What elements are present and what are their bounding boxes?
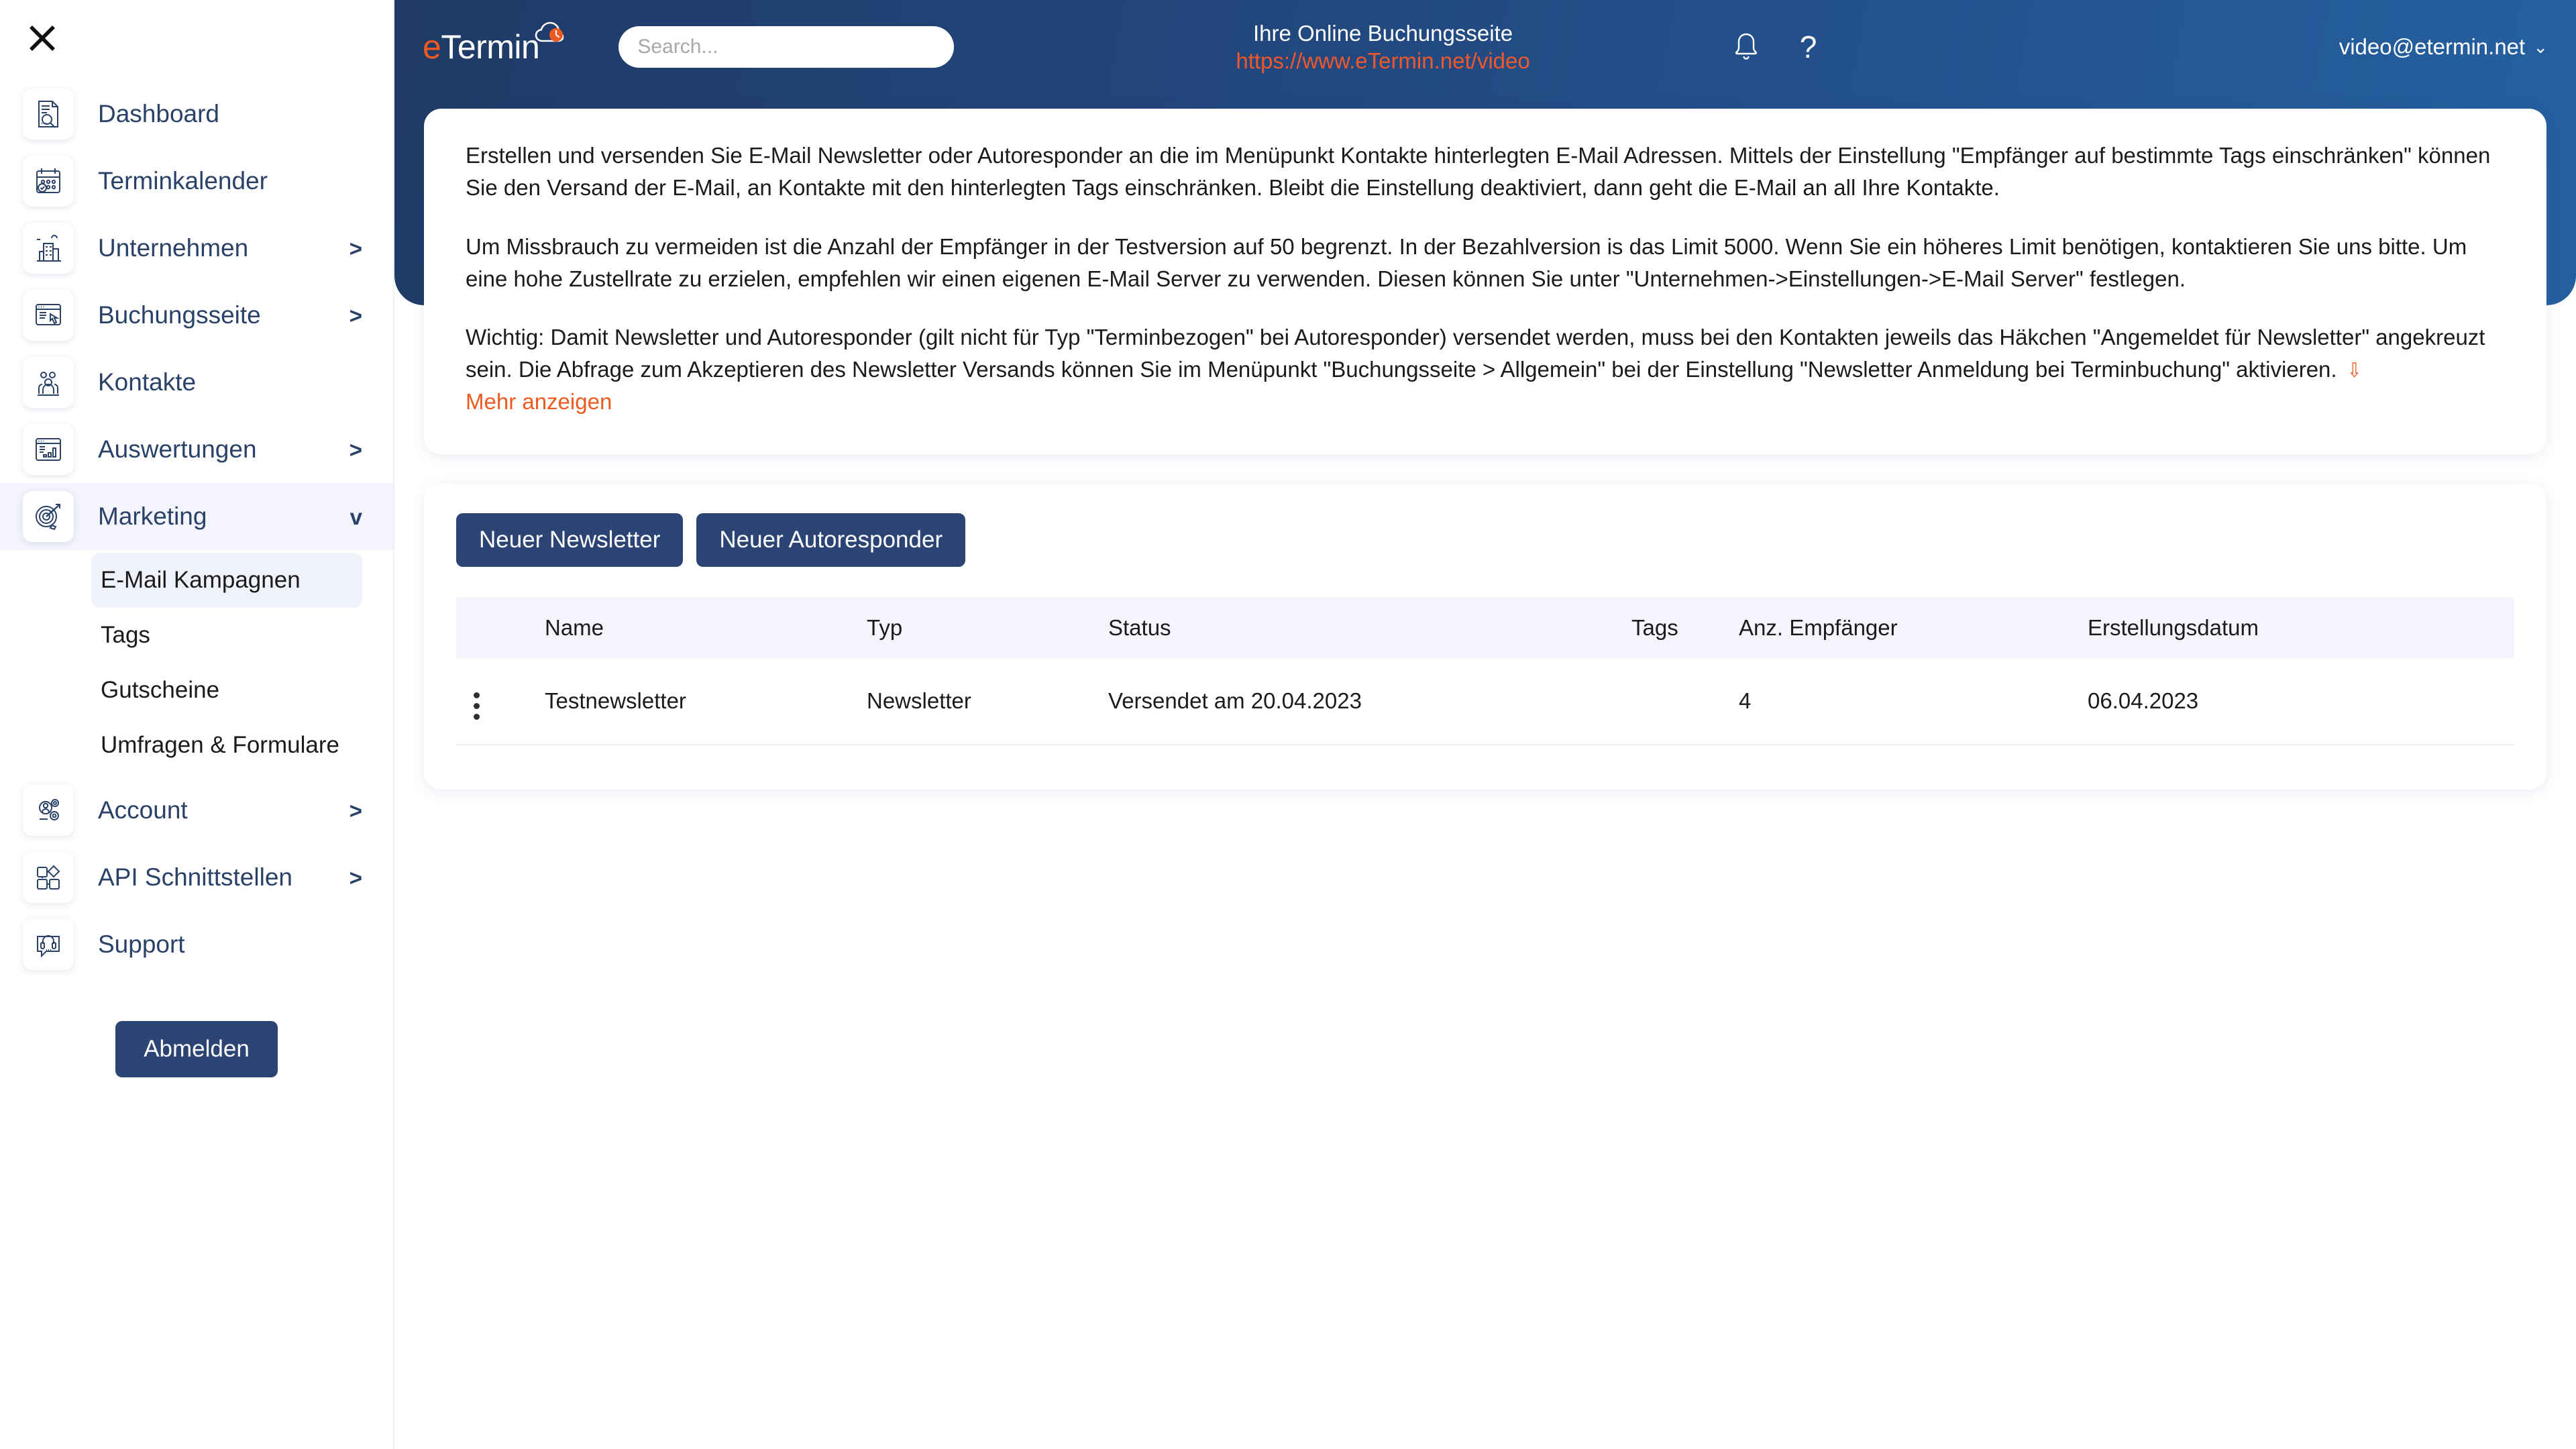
contacts-icon bbox=[23, 357, 74, 408]
row-tags bbox=[1623, 657, 1731, 745]
kebab-menu-icon[interactable] bbox=[464, 688, 489, 724]
sidebar-item-label: Buchungsseite bbox=[98, 301, 261, 329]
chevron-down-icon: ⌄ bbox=[2533, 36, 2548, 57]
analytics-icon bbox=[23, 424, 74, 475]
dashboard-icon bbox=[23, 89, 74, 140]
row-recipients: 4 bbox=[1731, 657, 2080, 745]
sidebar-item-chevron: > bbox=[349, 798, 362, 823]
bookingpage-icon bbox=[23, 290, 74, 341]
question-mark-icon[interactable]: ? bbox=[1800, 32, 1817, 62]
sidebar-item-label: API Schnittstellen bbox=[98, 863, 292, 891]
sidebar-item-chevron: v bbox=[350, 504, 362, 529]
row-typ: Newsletter bbox=[859, 657, 1100, 745]
col-header-tags[interactable]: Tags bbox=[1623, 598, 1731, 658]
sidebar-item-chevron: > bbox=[349, 235, 362, 261]
submenu-item-label: E-Mail Kampagnen bbox=[101, 567, 301, 593]
campaigns-card: Neuer Newsletter Neuer Autoresponder Nam… bbox=[424, 483, 2546, 790]
logout-button[interactable]: Abmelden bbox=[115, 1021, 278, 1077]
sidebar-item-chevron: > bbox=[349, 437, 362, 462]
col-header-typ[interactable]: Typ bbox=[859, 598, 1100, 658]
building-icon bbox=[23, 223, 74, 274]
row-menu-cell bbox=[456, 657, 537, 745]
top-header: eTermin Ihre Online Buchungsseite https:… bbox=[394, 0, 2576, 94]
sidebar-item-label: Marketing bbox=[98, 502, 207, 530]
campaigns-table: Name Typ Status Tags Anz. Empfänger Erst… bbox=[456, 597, 2514, 745]
sidebar-item-account[interactable]: Account > bbox=[0, 777, 393, 844]
search-input[interactable] bbox=[619, 26, 955, 68]
sidebar-item-support[interactable]: Support bbox=[0, 911, 393, 978]
calendar-icon bbox=[23, 156, 74, 207]
sidebar-item-chevron: > bbox=[349, 303, 362, 328]
logout-container: Abmelden bbox=[0, 978, 393, 1077]
new-autoresponder-button[interactable]: Neuer Autoresponder bbox=[696, 513, 966, 567]
sidebar-item-auswertungen[interactable]: Auswertungen > bbox=[0, 416, 393, 483]
show-more-link[interactable]: Mehr anzeigen bbox=[466, 389, 612, 414]
submenu-item-tags[interactable]: Tags bbox=[91, 608, 362, 663]
sidebar-item-dashboard[interactable]: Dashboard bbox=[0, 80, 393, 148]
sidebar-item-label: Support bbox=[98, 930, 185, 958]
sidebar: Dashboard Terminkalender Unternehmen > B… bbox=[0, 0, 394, 1449]
user-email-label: video@etermin.net bbox=[2339, 34, 2526, 59]
header-icon-group: ? bbox=[1731, 30, 1817, 64]
submenu-item-umfragen-formulare[interactable]: Umfragen & Formulare bbox=[91, 718, 362, 773]
app-root: eTermin Ihre Online Buchungsseite https:… bbox=[0, 0, 2576, 1449]
action-button-row: Neuer Newsletter Neuer Autoresponder bbox=[456, 513, 2514, 567]
sidebar-item-label: Dashboard bbox=[98, 100, 220, 127]
sidebar-item-label: Terminkalender bbox=[98, 167, 268, 195]
sidebar-item-label: Account bbox=[98, 796, 188, 824]
info-card: Erstellen und versenden Sie E-Mail Newsl… bbox=[424, 109, 2546, 454]
marketing-submenu: E-Mail Kampagnen Tags Gutscheine Umfrage… bbox=[0, 550, 393, 777]
submenu-item-email-kampagnen[interactable]: E-Mail Kampagnen bbox=[91, 553, 362, 608]
info-paragraph-3-text: Wichtig: Damit Newsletter und Autorespon… bbox=[466, 325, 2485, 382]
col-header-name[interactable]: Name bbox=[537, 598, 859, 658]
chevron-double-down-icon: ⇩ bbox=[2347, 360, 2361, 382]
new-newsletter-button[interactable]: Neuer Newsletter bbox=[456, 513, 684, 567]
info-paragraph-1: Erstellen und versenden Sie E-Mail Newsl… bbox=[466, 143, 2491, 200]
table-header-row: Name Typ Status Tags Anz. Empfänger Erst… bbox=[456, 597, 2514, 658]
table-body: Testnewsletter Newsletter Versendet am 2… bbox=[456, 657, 2514, 745]
info-paragraph-3: Wichtig: Damit Newsletter und Autorespon… bbox=[466, 321, 2505, 418]
sidebar-item-chevron: > bbox=[349, 865, 362, 890]
booking-page-info: Ihre Online Buchungsseite https://www.eT… bbox=[1236, 19, 1529, 75]
sidebar-item-label: Kontakte bbox=[98, 368, 197, 396]
puzzle-icon bbox=[23, 852, 74, 903]
table-row[interactable]: Testnewsletter Newsletter Versendet am 2… bbox=[456, 657, 2514, 745]
sidebar-item-terminkalender[interactable]: Terminkalender bbox=[0, 148, 393, 215]
main-content: Erstellen und versenden Sie E-Mail Newsl… bbox=[394, 94, 2576, 1449]
submenu-item-label: Gutscheine bbox=[101, 677, 220, 703]
sidebar-item-unternehmen[interactable]: Unternehmen > bbox=[0, 215, 393, 282]
close-icon[interactable] bbox=[21, 17, 63, 59]
col-header-status[interactable]: Status bbox=[1100, 598, 1623, 658]
col-header-menu bbox=[456, 598, 537, 658]
submenu-item-label: Umfragen & Formulare bbox=[101, 732, 339, 758]
user-menu[interactable]: video@etermin.net ⌄ bbox=[2339, 34, 2548, 60]
account-icon bbox=[23, 785, 74, 836]
col-header-anz-empfaenger[interactable]: Anz. Empfänger bbox=[1731, 598, 2080, 658]
booking-page-label: Ihre Online Buchungsseite bbox=[1252, 20, 1513, 46]
row-name: Testnewsletter bbox=[537, 657, 859, 745]
sidebar-item-api-schnittstellen[interactable]: API Schnittstellen > bbox=[0, 844, 393, 911]
etermin-logo[interactable]: eTermin bbox=[423, 21, 564, 66]
col-header-erstellungsdatum[interactable]: Erstellungsdatum bbox=[2080, 598, 2514, 658]
submenu-item-gutscheine[interactable]: Gutscheine bbox=[91, 663, 362, 718]
sidebar-header bbox=[0, 0, 393, 74]
sidebar-nav: Dashboard Terminkalender Unternehmen > B… bbox=[0, 74, 393, 1077]
submenu-item-label: Tags bbox=[101, 622, 150, 648]
table-head: Name Typ Status Tags Anz. Empfänger Erst… bbox=[456, 597, 2514, 658]
info-paragraph-2: Um Missbrauch zu vermeiden ist die Anzah… bbox=[466, 233, 2467, 291]
sidebar-item-label: Unternehmen bbox=[98, 234, 249, 262]
row-status: Versendet am 20.04.2023 bbox=[1100, 657, 1623, 745]
sidebar-item-label: Auswertungen bbox=[98, 435, 257, 463]
sidebar-item-buchungsseite[interactable]: Buchungsseite > bbox=[0, 282, 393, 349]
cloud-clock-icon bbox=[533, 17, 570, 46]
headset-icon bbox=[23, 919, 74, 970]
target-icon bbox=[23, 491, 74, 542]
booking-page-url[interactable]: https://www.eTermin.net/video bbox=[1236, 47, 1529, 74]
logo-e-letter: e bbox=[423, 28, 441, 66]
bell-icon[interactable] bbox=[1731, 30, 1761, 64]
row-created: 06.04.2023 bbox=[2080, 657, 2514, 745]
sidebar-item-kontakte[interactable]: Kontakte bbox=[0, 349, 393, 416]
logo-text: Termin bbox=[441, 28, 540, 66]
sidebar-item-marketing[interactable]: Marketing v bbox=[0, 483, 393, 550]
